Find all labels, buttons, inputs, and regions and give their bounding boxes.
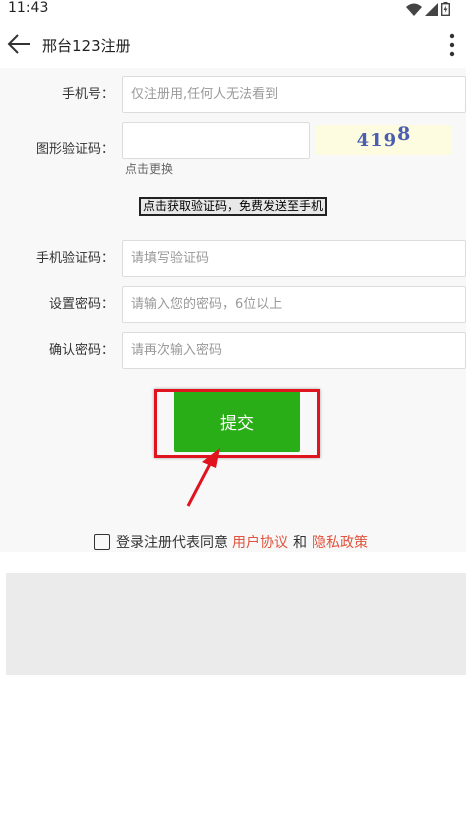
password-label: 设置密码： <box>48 297 114 312</box>
privacy-policy-link[interactable]: 隐私政策 <box>312 532 368 552</box>
captcha-input[interactable] <box>122 122 310 159</box>
user-agreement-link[interactable]: 用户协议 <box>232 532 288 552</box>
phone-input[interactable] <box>122 76 466 113</box>
battery-icon <box>441 2 450 16</box>
captcha-image-text: 419 <box>356 130 398 151</box>
page-title: 邢台123注册 <box>42 37 131 55</box>
wifi-icon <box>406 3 422 16</box>
highlight-annotation-box <box>154 389 320 458</box>
agreement-prefix: 登录注册代表同意 <box>116 535 228 551</box>
captcha-label: 图形验证码： <box>35 142 114 157</box>
agreement-row: 登录注册代表同意 用户协议 和 隐私政策 <box>94 532 368 552</box>
phone-label: 手机号： <box>61 87 114 102</box>
more-options-button[interactable] <box>444 32 460 58</box>
arrow-left-icon <box>7 34 30 54</box>
status-icons <box>406 2 450 16</box>
get-sms-code-button[interactable]: 点击获取验证码，免费发送至手机 <box>139 197 328 216</box>
refresh-captcha-link[interactable]: 点击更换 <box>125 160 173 177</box>
sms-code-label: 手机验证码： <box>35 251 114 266</box>
sms-code-input[interactable] <box>122 240 466 277</box>
password-input[interactable] <box>122 286 466 323</box>
status-time: 11:43 <box>8 0 49 16</box>
agreement-checkbox[interactable] <box>94 534 110 550</box>
content-placeholder-panel <box>6 573 466 675</box>
confirm-password-label: 确认密码： <box>48 343 114 358</box>
status-bar: 11:43 <box>0 0 466 20</box>
confirm-password-input[interactable] <box>122 332 466 369</box>
agreement-and: 和 <box>293 535 307 551</box>
signal-icon <box>425 2 438 16</box>
captcha-image[interactable]: 4198 <box>316 123 452 155</box>
more-vertical-icon <box>449 33 455 57</box>
annotation-arrow-icon <box>186 448 220 507</box>
app-bar: 邢台123注册 <box>0 20 466 68</box>
captcha-image-text-sup: 8 <box>397 123 412 145</box>
back-button[interactable] <box>6 32 32 56</box>
